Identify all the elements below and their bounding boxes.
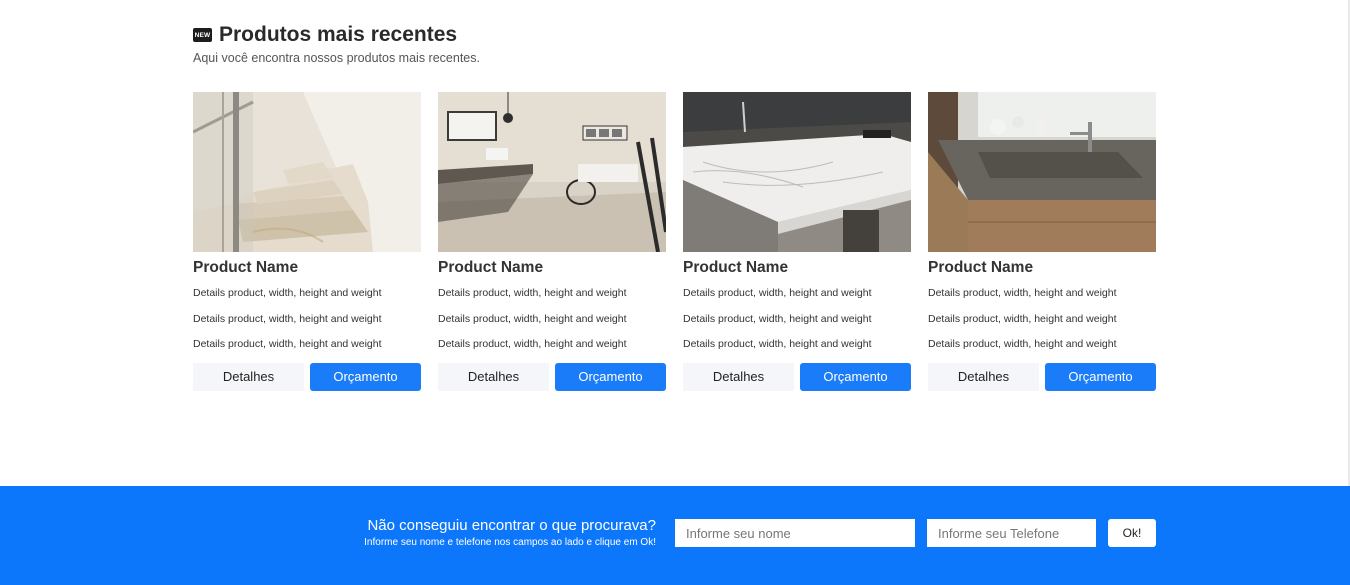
product-card: Product Name Details product, width, hei… bbox=[683, 92, 911, 391]
contact-cta-bar: Não conseguiu encontrar o que procurava?… bbox=[0, 486, 1350, 585]
vanity-sink-photo[interactable] bbox=[928, 92, 1156, 252]
product-detail-line: Details product, width, height and weigh… bbox=[683, 287, 872, 299]
product-actions: Detalhes Orçamento bbox=[683, 362, 911, 391]
kitchen-countertop-photo[interactable] bbox=[683, 92, 911, 252]
product-detail-line: Details product, width, height and weigh… bbox=[438, 312, 627, 325]
product-detail-line: Details product, width, height and weigh… bbox=[928, 338, 1117, 350]
product-details: Details product, width, height and weigh… bbox=[683, 286, 911, 363]
product-details: Details product, width, height and weigh… bbox=[928, 286, 1156, 363]
product-actions: Detalhes Orçamento bbox=[193, 362, 421, 391]
new-badge-icon: NEW bbox=[193, 28, 212, 42]
product-details: Details product, width, height and weigh… bbox=[438, 286, 666, 363]
title-row: NEW Produtos mais recentes bbox=[193, 20, 1156, 50]
ok-button[interactable]: Ok! bbox=[1108, 519, 1156, 547]
product-name[interactable]: Product Name bbox=[928, 259, 1156, 279]
product-detail-line: Details product, width, height and weigh… bbox=[438, 287, 627, 299]
product-name[interactable]: Product Name bbox=[683, 259, 911, 279]
contact-cta-subtext: Informe seu nome e telefone nos campos a… bbox=[364, 537, 656, 548]
product-detail-line: Details product, width, height and weigh… bbox=[683, 338, 872, 350]
section-title: Produtos mais recentes bbox=[219, 23, 458, 46]
phone-input[interactable] bbox=[927, 519, 1096, 547]
section-subtitle: Aqui você encontra nossos produtos mais … bbox=[193, 51, 480, 65]
bathroom-photo[interactable] bbox=[438, 92, 666, 252]
product-detail-line: Details product, width, height and weigh… bbox=[438, 338, 627, 350]
product-detail-line: Details product, width, height and weigh… bbox=[928, 287, 1117, 299]
product-card: Product Name Details product, width, hei… bbox=[438, 92, 666, 391]
product-detail-line: Details product, width, height and weigh… bbox=[928, 312, 1117, 325]
details-button[interactable]: Detalhes bbox=[683, 362, 794, 391]
product-details: Details product, width, height and weigh… bbox=[193, 286, 421, 363]
product-card: Product Name Details product, width, hei… bbox=[928, 92, 1156, 391]
product-detail-line: Details product, width, height and weigh… bbox=[193, 338, 382, 350]
product-detail-line: Details product, width, height and weigh… bbox=[683, 312, 872, 325]
quote-button[interactable]: Orçamento bbox=[1045, 362, 1156, 391]
staircase-marble-photo[interactable] bbox=[193, 92, 421, 252]
contact-cta-text: Não conseguiu encontrar o que procurava?… bbox=[364, 517, 656, 548]
product-card: Product Name Details product, width, hei… bbox=[193, 92, 421, 391]
product-grid: Product Name Details product, width, hei… bbox=[193, 92, 1156, 391]
page: NEW Produtos mais recentes Aqui você enc… bbox=[0, 0, 1350, 585]
name-input[interactable] bbox=[675, 519, 915, 547]
recent-products-header: NEW Produtos mais recentes Aqui você enc… bbox=[193, 20, 1156, 65]
quote-button[interactable]: Orçamento bbox=[800, 362, 911, 391]
product-detail-line: Details product, width, height and weigh… bbox=[193, 287, 382, 299]
details-button[interactable]: Detalhes bbox=[438, 362, 549, 391]
details-button[interactable]: Detalhes bbox=[193, 362, 304, 391]
product-detail-line: Details product, width, height and weigh… bbox=[193, 312, 382, 325]
product-actions: Detalhes Orçamento bbox=[928, 362, 1156, 391]
quote-button[interactable]: Orçamento bbox=[310, 362, 421, 391]
product-name[interactable]: Product Name bbox=[193, 259, 421, 279]
quote-button[interactable]: Orçamento bbox=[555, 362, 666, 391]
contact-cta-heading: Não conseguiu encontrar o que procurava? bbox=[367, 517, 656, 534]
details-button[interactable]: Detalhes bbox=[928, 362, 1039, 391]
product-name[interactable]: Product Name bbox=[438, 259, 666, 279]
new-badge-text: NEW bbox=[194, 31, 211, 39]
product-actions: Detalhes Orçamento bbox=[438, 362, 666, 391]
